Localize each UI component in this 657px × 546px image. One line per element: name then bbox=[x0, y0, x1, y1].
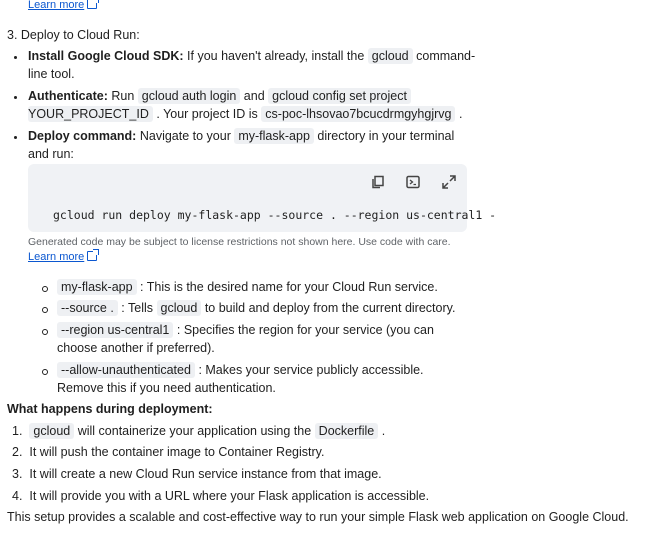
bullet-dot bbox=[14, 56, 17, 59]
auth-item-line2: YOUR_PROJECT_ID . Your project ID is cs-… bbox=[28, 106, 463, 122]
sdk-item-line1: Install Google Cloud SDK: If you haven't… bbox=[28, 48, 476, 64]
step-2: 2. It will push the container image to C… bbox=[12, 445, 324, 459]
sub-item-text2: to build and deploy from the current dir… bbox=[204, 301, 456, 315]
gcloud-code: gcloud bbox=[156, 300, 202, 316]
step-text: It will provide you with a URL where you… bbox=[29, 489, 430, 503]
sub-item-name: my-flask-app : This is the desired name … bbox=[57, 279, 438, 295]
learn-more-link[interactable]: Learn more bbox=[28, 249, 100, 263]
auth-item-line1: Authenticate: Run gcloud auth login and … bbox=[28, 88, 411, 104]
sub-item-region-line2: choose another if preferred). bbox=[57, 341, 215, 355]
code-disclaimer: Generated code may be subject to license… bbox=[28, 236, 451, 248]
learn-more-text[interactable]: Learn more bbox=[28, 0, 84, 11]
external-link-icon bbox=[87, 0, 100, 9]
sub-bullet-circle bbox=[42, 329, 48, 335]
sdk-item-line2: line tool. bbox=[28, 67, 75, 81]
deployment-heading: What happens during deployment: bbox=[7, 402, 213, 416]
step3-heading: 3. Deploy to Cloud Run: bbox=[7, 28, 140, 42]
project-id-code: cs-poc-lhsovao7bcucdrmgyhgjrvg bbox=[261, 106, 456, 122]
auth-and: and bbox=[243, 89, 265, 103]
learn-more-text[interactable]: Learn more bbox=[28, 251, 84, 263]
auth-label: Authenticate: bbox=[28, 89, 108, 103]
step-4: 4. It will provide you with a URL where … bbox=[12, 489, 429, 503]
learn-more-link-top[interactable]: Learn more bbox=[28, 0, 100, 11]
copy-icon[interactable] bbox=[370, 174, 386, 190]
step-number: 1. bbox=[12, 424, 23, 438]
bullet-dot bbox=[14, 136, 17, 139]
sdk-text: If you haven't already, install the bbox=[187, 49, 365, 63]
code-block: gcloud run deploy my-flask-app --source … bbox=[28, 164, 496, 232]
gcloud-code: gcloud bbox=[367, 48, 413, 64]
step-3: 3. It will create a new Cloud Run servic… bbox=[12, 467, 382, 481]
deploy-label: Deploy command: bbox=[28, 129, 137, 143]
my-flask-app-code: my-flask-app bbox=[57, 279, 137, 295]
allow-unauth-flag-code: --allow-unauthenticated bbox=[57, 362, 195, 378]
sub-bullet-circle bbox=[42, 286, 48, 292]
dockerfile-code: Dockerfile bbox=[314, 423, 379, 439]
auth-text: Run bbox=[111, 89, 135, 103]
external-link-icon bbox=[87, 249, 100, 261]
closing-text: This setup provides a scalable and cost-… bbox=[7, 510, 629, 524]
source-flag-code: --source . bbox=[57, 300, 118, 316]
sub-item-text: : Makes your service publicly accessible… bbox=[198, 363, 424, 377]
terminal-icon[interactable] bbox=[405, 174, 421, 190]
deploy-text: Navigate to your bbox=[139, 129, 231, 143]
deploy-item-line2: and run: bbox=[28, 147, 74, 161]
sdk-text-post: command- bbox=[416, 49, 476, 63]
region-flag-code: --region us-central1 bbox=[57, 322, 174, 338]
deploy-command-code: gcloud run deploy my-flask-app --source … bbox=[53, 208, 497, 222]
gcloud-config-code: gcloud config set project bbox=[268, 88, 411, 104]
step-1: 1. gcloud will containerize your applica… bbox=[12, 423, 386, 439]
project-id-placeholder-code: YOUR_PROJECT_ID bbox=[28, 106, 153, 122]
deployment-heading-text: What happens during deployment: bbox=[7, 402, 213, 416]
sub-bullet-circle bbox=[42, 369, 48, 375]
deploy-item-line1: Deploy command: Navigate to your my-flas… bbox=[28, 128, 455, 144]
expand-icon[interactable] bbox=[441, 174, 457, 190]
step-text: will containerize your application using… bbox=[77, 424, 312, 438]
sub-item-text: : This is the desired name for your Clou… bbox=[140, 280, 438, 294]
step-number: 2. bbox=[12, 445, 23, 459]
sub-item-auth: --allow-unauthenticated : Makes your ser… bbox=[57, 362, 424, 378]
sub-item-source: --source . : Tells gcloud to build and d… bbox=[57, 300, 456, 316]
sub-item-auth-line2: Remove this if you need authentication. bbox=[57, 381, 276, 395]
gcloud-code: gcloud bbox=[29, 423, 75, 439]
bullet-dot bbox=[14, 96, 17, 99]
gcloud-auth-login-code: gcloud auth login bbox=[137, 88, 241, 104]
my-flask-app-code: my-flask-app bbox=[234, 128, 314, 144]
sdk-label: Install Google Cloud SDK: bbox=[28, 49, 184, 63]
sub-item-region: --region us-central1 : Specifies the reg… bbox=[57, 322, 434, 338]
sub-item-text: : Specifies the region for your service … bbox=[176, 323, 434, 337]
sub-bullet-circle bbox=[42, 307, 48, 313]
deploy-post: directory in your terminal bbox=[317, 129, 455, 143]
step-end: . bbox=[381, 424, 386, 438]
auth-end: . bbox=[458, 107, 463, 121]
step-text: It will push the container image to Cont… bbox=[29, 445, 325, 459]
sub-item-text: : Tells bbox=[121, 301, 154, 315]
step-number: 4. bbox=[12, 489, 23, 503]
auth-post: . Your project ID is bbox=[156, 107, 258, 121]
step-text: It will create a new Cloud Run service i… bbox=[29, 467, 382, 481]
step-number: 3. bbox=[12, 467, 23, 481]
